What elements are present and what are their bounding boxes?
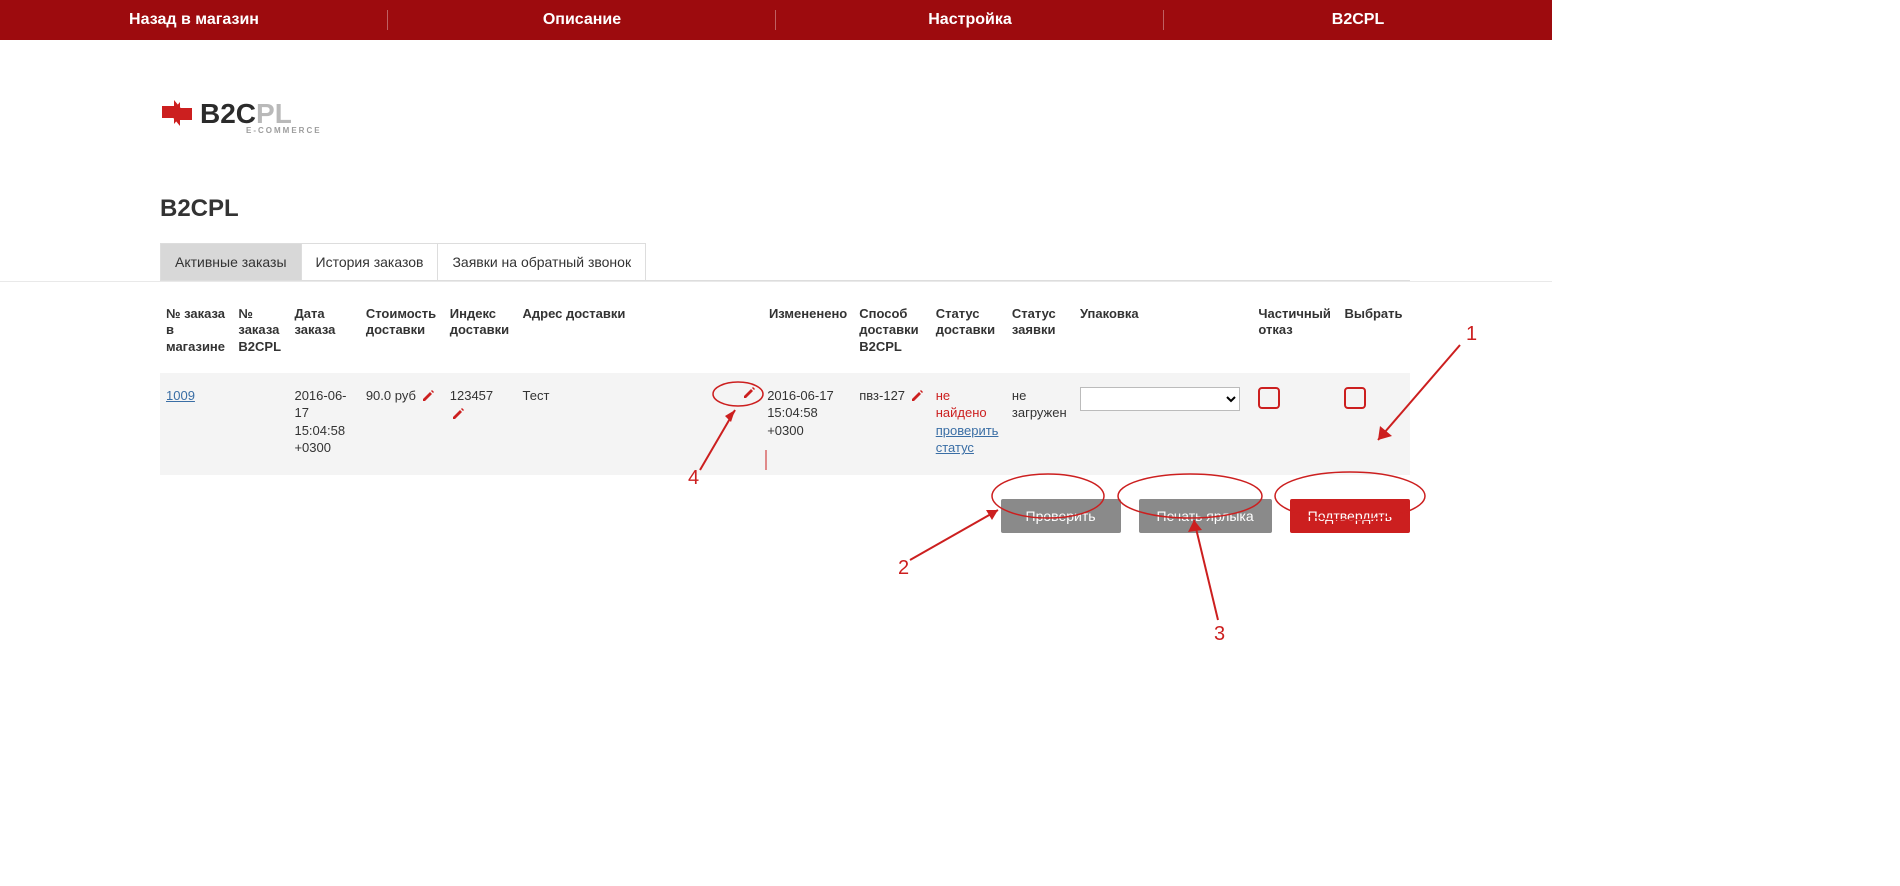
- col-status-req: Статус заявки: [1006, 300, 1074, 373]
- select-row-checkbox[interactable]: [1344, 387, 1366, 409]
- cell-method: пвз-127: [853, 373, 929, 475]
- col-cost: Стоимость доставки: [360, 300, 444, 373]
- nav-label: Настройка: [928, 11, 1011, 29]
- annotation-2: 2: [898, 557, 909, 579]
- logo-arrows-icon: [160, 100, 194, 126]
- tab-callback-requests[interactable]: Заявки на обратный звонок: [437, 243, 646, 280]
- nav-label: B2CPL: [1332, 11, 1384, 29]
- cell-packaging: [1074, 373, 1252, 475]
- logo: B2CPL E-COMMERCE: [160, 100, 1410, 135]
- tab-label: История заказов: [316, 254, 424, 270]
- tab-label: Активные заказы: [175, 254, 287, 270]
- nav-label: Назад в магазин: [129, 11, 259, 29]
- pencil-icon[interactable]: [911, 390, 923, 402]
- cell-partial: [1252, 373, 1338, 475]
- orders-table-wrap: № заказа в магазине № заказа B2CPL Дата …: [160, 300, 1410, 475]
- nav-settings[interactable]: Настройка: [776, 0, 1164, 40]
- top-nav: Назад в магазин Описание Настройка B2CPL: [0, 0, 1552, 40]
- tab-label: Заявки на обратный звонок: [452, 254, 631, 270]
- check-button[interactable]: Проверить: [1001, 499, 1121, 533]
- index-value: 123457: [450, 388, 493, 403]
- col-order-shop: № заказа в магазине: [160, 300, 232, 373]
- cell-cost: 90.0 руб: [360, 373, 444, 475]
- cell-status-request: не загружен: [1006, 373, 1074, 475]
- tab-order-history[interactable]: История заказов: [301, 243, 439, 280]
- cell-select: [1338, 373, 1410, 475]
- col-address: Адрес доставки: [517, 300, 762, 373]
- cost-value: 90.0 руб: [366, 388, 416, 403]
- tab-active-orders[interactable]: Активные заказы: [160, 243, 302, 280]
- cell-order-b2cpl: [232, 373, 288, 475]
- col-order-b2cpl: № заказа B2CPL: [232, 300, 288, 373]
- address-value: Тест: [523, 388, 550, 403]
- col-packaging: Упаковка: [1074, 300, 1252, 373]
- table-row: 1009 2016-06-17 15:04:58 +0300 90.0 руб …: [160, 373, 1410, 475]
- annotation-3: 3: [1214, 623, 1225, 645]
- pencil-icon[interactable]: [452, 408, 464, 420]
- partial-refuse-checkbox[interactable]: [1258, 387, 1280, 409]
- cell-status-delivery: не найдено проверить статус: [930, 373, 1006, 475]
- print-button[interactable]: Печать ярлыка: [1139, 499, 1272, 533]
- nav-label: Описание: [543, 11, 621, 29]
- col-partial: Частичный отказ: [1252, 300, 1338, 373]
- actions-row: Проверить Печать ярлыка Подтвердить: [160, 499, 1410, 533]
- pencil-icon[interactable]: [743, 387, 755, 399]
- logo-ecommerce: E-COMMERCE: [246, 126, 322, 135]
- cell-date: 2016-06-17 15:04:58 +0300: [288, 373, 359, 475]
- table-header-row: № заказа в магазине № заказа B2CPL Дата …: [160, 300, 1410, 373]
- pencil-icon[interactable]: [422, 390, 434, 402]
- cell-index: 123457: [444, 373, 517, 475]
- col-method: Способ доставки B2CPL: [853, 300, 929, 373]
- confirm-button[interactable]: Подтвердить: [1290, 499, 1410, 533]
- col-changed: Измененено: [761, 300, 853, 373]
- order-shop-link[interactable]: 1009: [166, 388, 195, 403]
- col-index: Индекс доставки: [444, 300, 517, 373]
- col-select: Выбрать: [1338, 300, 1410, 373]
- page-title: B2CPL: [160, 195, 1410, 223]
- nav-description[interactable]: Описание: [388, 0, 776, 40]
- nav-back-to-shop[interactable]: Назад в магазин: [0, 0, 388, 40]
- nav-b2cpl[interactable]: B2CPL: [1164, 0, 1552, 40]
- logo-b2c: B2C: [200, 98, 256, 129]
- logo-text: B2CPL: [200, 98, 292, 129]
- tabs: Активные заказы История заказов Заявки н…: [160, 243, 1410, 281]
- logo-pl: PL: [256, 98, 292, 129]
- method-value: пвз-127: [859, 388, 905, 403]
- status-not-found: не найдено: [936, 388, 987, 421]
- packaging-select[interactable]: [1080, 387, 1240, 411]
- col-date: Дата заказа: [288, 300, 359, 373]
- orders-table: № заказа в магазине № заказа B2CPL Дата …: [160, 300, 1410, 475]
- col-status-del: Статус доставки: [930, 300, 1006, 373]
- cell-address: Тест: [517, 373, 762, 475]
- check-status-link[interactable]: проверить статус: [936, 422, 1000, 457]
- cell-changed: 2016-06-17 15:04:58 +0300: [761, 373, 853, 475]
